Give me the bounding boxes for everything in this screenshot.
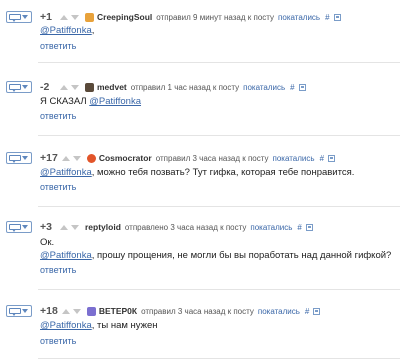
comment-text: Ок. [40,237,55,248]
username[interactable]: Cosmocrator [99,153,152,163]
bookmark-icon[interactable] [305,223,313,231]
post-link[interactable]: покатались [243,83,285,92]
chevron-down-icon [22,225,28,229]
mention-link[interactable]: @Patiffonka [40,320,92,331]
post-link[interactable]: покатались [258,307,300,316]
vote-down-icon[interactable] [71,84,79,90]
chevron-down-icon [22,309,28,313]
vote-down-icon[interactable] [72,308,81,314]
permalink-hash[interactable]: # [320,154,324,163]
posted-text: отправил 3 часа назад к посту [155,153,269,163]
reply-link[interactable]: ответить [40,111,76,121]
reply-quote-button[interactable] [6,221,32,233]
username[interactable]: ВЕТЕР0К [99,306,137,316]
comment-bubble-icon [9,84,21,92]
comment-score: +3 [40,221,52,233]
mention-link[interactable]: @Patiffonka [40,250,92,261]
post-link[interactable]: покатались [278,13,320,22]
vote-up-icon[interactable] [60,14,68,20]
comment-score: +1 [40,11,52,23]
bookmark-icon[interactable] [298,83,306,91]
username[interactable]: CreepingSoul [97,12,152,22]
username[interactable]: reptyloid [85,222,121,232]
comment-divider [38,289,400,290]
bookmark-icon[interactable] [333,13,341,21]
comment-score: +18 [40,305,58,317]
mention-link[interactable]: @Patiffonka [89,96,141,107]
comment-score: +17 [40,152,58,164]
user-avatar[interactable] [85,12,94,22]
user-avatar[interactable] [86,306,96,316]
comment-body: @Patiffonka, можно тебя позвать? Тут гиф… [40,166,354,179]
comment-divider [38,206,400,207]
comment-text: , можно тебя позвать? Тут гифка, которая… [91,167,355,178]
comment-meta: +3 reptyloid отправлено 3 часа назад к п… [40,220,313,234]
comment-body: Я СКАЗАЛ @Patiffonka [40,95,141,108]
mention-link[interactable]: @Patiffonka [40,167,92,178]
permalink-hash[interactable]: # [325,13,329,22]
vote-up-icon[interactable] [61,308,70,314]
vote-up-icon[interactable] [61,155,70,161]
posted-text: отправил 9 минут назад к посту [156,12,275,22]
username[interactable]: medvet [97,82,127,92]
comment-body: Ок. @Patiffonka, прошу прощения, не могл… [40,236,391,262]
comment-divider [38,62,400,63]
vote-down-icon[interactable] [71,224,79,230]
user-avatar[interactable] [86,153,96,163]
posted-text: отправлено 3 часа назад к посту [124,222,247,232]
comment-bubble-icon [9,14,21,22]
bookmark-icon[interactable] [313,307,321,315]
permalink-hash[interactable]: # [290,83,294,92]
comment-divider [38,358,400,359]
vote-up-icon[interactable] [60,84,68,90]
chevron-down-icon [22,15,28,19]
comment-meta: +18 ВЕТЕР0К отправил 3 часа назад к пост… [40,304,321,318]
permalink-hash[interactable]: # [305,307,309,316]
reply-quote-button[interactable] [6,81,32,93]
comment-text: , [91,25,95,36]
posted-text: отправил 3 часа назад к посту [141,306,254,316]
permalink-hash[interactable]: # [297,223,301,232]
comment-meta: +1 CreepingSoul отправил 9 минут назад к… [40,10,341,24]
vote-down-icon[interactable] [72,155,81,161]
bookmark-icon[interactable] [328,154,336,162]
reply-link[interactable]: ответить [40,265,76,275]
user-avatar[interactable] [85,82,94,92]
vote-up-icon[interactable] [60,224,68,230]
comment-bubble-icon [9,155,21,163]
chevron-down-icon [22,156,28,160]
comment-score: -2 [40,81,50,93]
comment-text: Я СКАЗАЛ [40,96,90,107]
post-link[interactable]: покатались [273,154,315,163]
comment-meta: -2 medvet отправил 1 час назад к посту п… [40,80,306,94]
reply-link[interactable]: ответить [40,182,76,192]
reply-quote-button[interactable] [6,152,32,164]
reply-link[interactable]: ответить [40,41,76,51]
reply-quote-button[interactable] [6,11,32,23]
reply-link[interactable]: ответить [40,336,76,346]
mention-link[interactable]: @Patiffonka [40,25,92,36]
reply-quote-button[interactable] [6,305,32,317]
comment-bubble-icon [9,224,21,232]
comment-body: @Patiffonka, ты нам нужен [40,319,158,332]
comment-bubble-icon [9,308,21,316]
chevron-down-icon [22,85,28,89]
post-link[interactable]: покатались [250,223,292,232]
comment-text: , прошу прощения, не могли бы вы поработ… [91,250,392,261]
comment-body: @Patiffonka, [40,24,94,37]
posted-text: отправил 1 час назад к посту [130,82,240,92]
comment-meta: +17 Cosmocrator отправил 3 часа назад к … [40,151,336,165]
comment-divider [38,135,400,136]
comment-text: , ты нам нужен [91,320,158,331]
vote-down-icon[interactable] [71,14,79,20]
